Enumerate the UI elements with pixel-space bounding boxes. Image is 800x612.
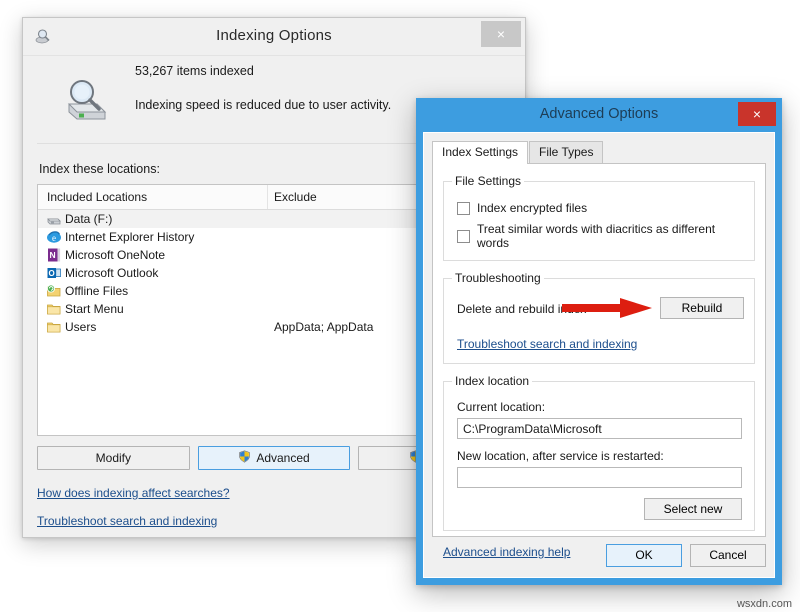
tab-index-settings[interactable]: Index Settings <box>432 141 529 164</box>
new-location-label: New location, after service is restarted… <box>457 449 664 463</box>
select-new-button[interactable]: Select new <box>644 498 742 520</box>
troubleshoot-search-link[interactable]: Troubleshoot search and indexing <box>37 514 217 528</box>
rebuild-row: Delete and rebuild index Rebuild <box>452 295 746 325</box>
column-header-included-locations[interactable]: Included Locations <box>47 190 147 204</box>
index-encrypted-files-row[interactable]: Index encrypted files <box>457 201 746 215</box>
troubleshooting-legend: Troubleshooting <box>455 271 541 285</box>
current-location-field[interactable]: C:\ProgramData\Microsoft <box>457 418 742 439</box>
index-location-group: Index location Current location: C:\Prog… <box>443 374 755 531</box>
diacritics-label: Treat similar words with diacritics as d… <box>477 222 716 250</box>
location-name: Microsoft OneNote <box>65 248 166 262</box>
index-settings-panel: File Settings Index encrypted files Trea… <box>432 163 766 559</box>
red-arrow-annotation <box>562 296 654 320</box>
modify-button[interactable]: Modify <box>37 446 190 470</box>
troubleshoot-search-indexing-link[interactable]: Troubleshoot search and indexing <box>457 337 746 351</box>
ok-button[interactable]: OK <box>606 543 682 567</box>
uac-shield-icon <box>238 450 251 466</box>
main-titlebar: Indexing Options × <box>23 18 525 56</box>
location-name: Start Menu <box>65 302 124 316</box>
advanced-dialog-body: Index Settings File Types File Settings … <box>423 132 775 578</box>
diacritics-checkbox[interactable] <box>457 229 470 243</box>
current-location-value: C:\ProgramData\Microsoft <box>463 421 602 436</box>
index-encrypted-files-checkbox[interactable] <box>457 201 470 215</box>
current-location-label: Current location: <box>457 400 546 414</box>
tab-file-types[interactable]: File Types <box>529 141 604 163</box>
folder-icon <box>46 301 62 317</box>
file-settings-legend: File Settings <box>455 174 522 188</box>
cancel-button-label: Cancel <box>709 548 747 562</box>
svg-text:O: O <box>48 269 54 278</box>
svg-text:e: e <box>52 233 56 243</box>
indexing-speed-text: Indexing speed is reduced due to user ac… <box>135 98 392 112</box>
new-location-field[interactable] <box>457 467 742 488</box>
cancel-button[interactable]: Cancel <box>690 543 766 567</box>
items-indexed-text: 53,267 items indexed <box>135 64 254 78</box>
drive-search-icon <box>59 74 113 124</box>
advanced-options-dialog: Advanced Options × Index Settings File T… <box>416 98 782 585</box>
location-name: Data (F:) <box>65 212 113 226</box>
troubleshooting-group: Troubleshooting Delete and rebuild index… <box>443 271 755 364</box>
onenote-icon: N <box>46 247 62 263</box>
internet-explorer-icon: e <box>46 229 62 245</box>
location-name: Users <box>65 320 97 334</box>
folder-icon <box>46 319 62 335</box>
index-location-legend: Index location <box>455 374 530 388</box>
hard-drive-icon <box>46 211 62 227</box>
tab-file-types-label: File Types <box>539 145 594 159</box>
select-new-row: Select new <box>452 498 742 520</box>
column-divider <box>267 185 268 209</box>
advanced-dialog-title: Advanced Options <box>539 106 659 122</box>
screenshot-root: Indexing Options × 53,267 items indexed … <box>0 0 800 612</box>
advanced-titlebar: Advanced Options × <box>416 98 782 132</box>
outlook-icon: O <box>46 265 62 281</box>
rebuild-button-label: Rebuild <box>681 301 723 315</box>
column-header-exclude[interactable]: Exclude <box>274 190 317 204</box>
location-name: Microsoft Outlook <box>65 266 159 280</box>
svg-text:N: N <box>50 250 56 260</box>
close-icon[interactable]: × <box>738 102 776 126</box>
dialog-footer: OK Cancel <box>432 541 766 569</box>
index-encrypted-files-label: Index encrypted files <box>477 201 588 215</box>
select-new-button-label: Select new <box>663 502 723 516</box>
modify-button-label: Modify <box>95 451 131 465</box>
rebuild-button[interactable]: Rebuild <box>660 297 744 319</box>
offline-files-icon <box>46 283 62 299</box>
ok-button-label: OK <box>635 548 653 562</box>
watermark: wsxdn.com <box>736 598 792 610</box>
advanced-button[interactable]: Advanced <box>197 446 351 470</box>
diacritics-row[interactable]: Treat similar words with diacritics as d… <box>457 222 746 250</box>
main-window-title: Indexing Options <box>216 27 332 44</box>
advanced-button-label: Advanced <box>256 451 310 465</box>
close-icon[interactable]: × <box>481 21 521 47</box>
location-name: Offline Files <box>65 284 129 298</box>
how-does-indexing-link[interactable]: How does indexing affect searches? <box>37 486 230 500</box>
location-name: Internet Explorer History <box>65 230 195 244</box>
location-exclude: AppData; AppData <box>274 320 374 334</box>
tab-index-settings-label: Index Settings <box>442 145 519 159</box>
tab-strip: Index Settings File Types <box>432 141 774 164</box>
file-settings-group: File Settings Index encrypted files Trea… <box>443 174 755 261</box>
